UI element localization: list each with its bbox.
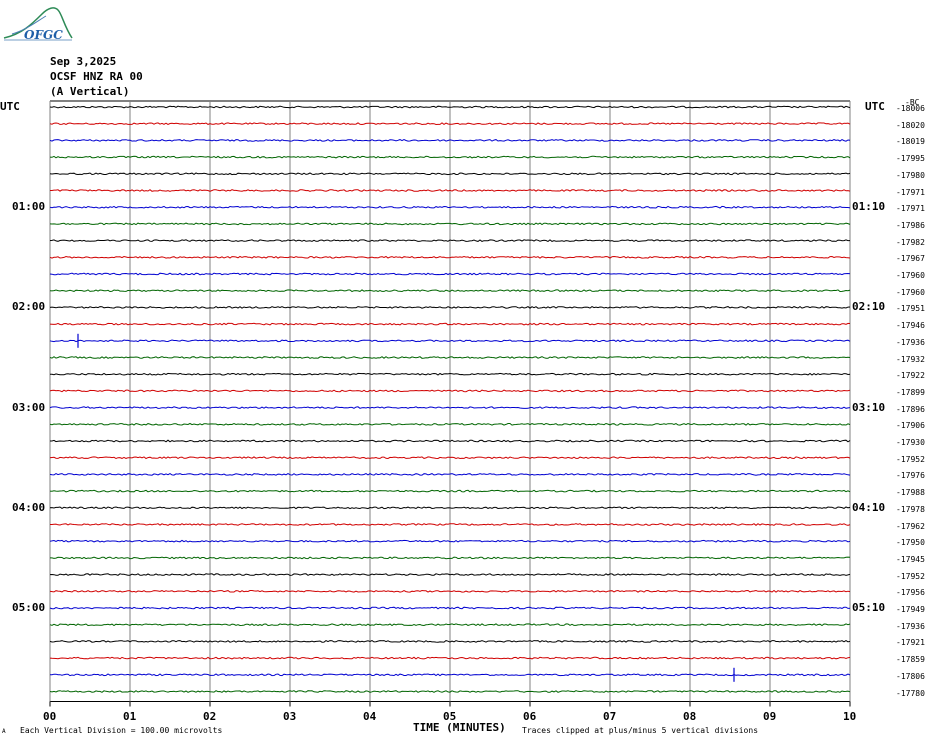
right-time-label-0310: 03:10 xyxy=(852,400,886,414)
left-time-label-0400: 04:00 xyxy=(12,500,46,514)
x-tick-label-06: 06 xyxy=(523,709,537,723)
left-time-label-0500: 05:00 xyxy=(12,601,46,614)
x-tick-label-10: 10 xyxy=(843,709,857,723)
trace-offset-label-21: -17952 xyxy=(896,454,925,464)
trace-offset-label-16: -17922 xyxy=(896,371,925,381)
left-time-label-0300: 03:00 xyxy=(12,400,46,414)
trace-offset-label-15: -17932 xyxy=(896,354,925,364)
trace-offset-label-22: -17976 xyxy=(896,471,925,481)
trace-offset-label-6: -17971 xyxy=(896,204,925,214)
x-tick-label-04: 04 xyxy=(363,709,377,723)
x-tick-label-02: 02 xyxy=(203,709,217,723)
x-tick-label-03: 03 xyxy=(283,709,297,723)
trace-offset-label-33: -17859 xyxy=(896,655,925,665)
x-axis-label: TIME (MINUTES) xyxy=(413,721,506,734)
left-time-label-0100: 01:00 xyxy=(12,200,46,214)
trace-offset-label-35: -17780 xyxy=(896,688,925,698)
trace-offset-label-32: -17921 xyxy=(896,638,925,648)
x-tick-label-07: 07 xyxy=(603,709,617,723)
left-time-label-0200: 02:00 xyxy=(12,300,46,314)
seismogram-plot xyxy=(49,100,851,707)
x-tick-label-00: 00 xyxy=(43,709,57,723)
trace-offset-label-10: -17960 xyxy=(896,271,925,280)
trace-offset-label-20: -17930 xyxy=(896,438,925,447)
footer-left-note: Each Vertical Division = 100.00 microvol… xyxy=(20,726,223,735)
footer-right-note: Traces clipped at plus/minus 5 vertical … xyxy=(522,726,759,735)
trace-offset-label-17: -17899 xyxy=(896,387,925,397)
trace-offset-label-7: -17986 xyxy=(896,220,925,230)
x-tick-label-08: 08 xyxy=(683,709,697,723)
trace-offset-label-2: -18019 xyxy=(896,137,925,147)
trace-offset-label-31: -17936 xyxy=(896,621,925,631)
trace-offset-label-19: -17906 xyxy=(896,421,925,431)
trace-offset-label-11: -17960 xyxy=(896,287,925,297)
trace-offset-label-27: -17945 xyxy=(896,554,925,564)
trace-offset-label-29: -17956 xyxy=(896,588,925,598)
trace-offset-label-34: -17806 xyxy=(896,671,925,681)
x-tick-label-01: 01 xyxy=(123,709,137,723)
trace-offset-label-23: -17988 xyxy=(896,488,925,498)
x-tick-label-05: 05 xyxy=(443,709,457,723)
trace-offset-label-9: -17967 xyxy=(896,254,925,264)
trace-offset-label-14: -17936 xyxy=(896,337,925,347)
trace-offset-label-25: -17962 xyxy=(896,521,925,531)
trace-offset-label-18: -17896 xyxy=(896,404,925,414)
trace-offset-label-0: -18006 xyxy=(896,104,925,113)
trace-offset-label-8: -17982 xyxy=(896,237,925,247)
trace-offset-label-3: -17995 xyxy=(896,154,925,164)
trace-offset-label-26: -17950 xyxy=(896,538,925,548)
trace-offset-label-5: -17971 xyxy=(896,187,925,197)
trace-offset-label-30: -17949 xyxy=(896,605,925,614)
right-time-label-0110: 01:10 xyxy=(852,200,886,214)
trace-offset-label-12: -17951 xyxy=(896,304,925,314)
trace-offset-label-13: -17946 xyxy=(896,321,925,331)
right-time-label-0210: 02:10 xyxy=(852,300,886,314)
right-time-label-0510: 05:10 xyxy=(852,601,886,614)
trace-offset-label-1: -18020 xyxy=(896,120,925,130)
trace-offset-label-4: -17980 xyxy=(896,170,925,180)
right-time-label-0410: 04:10 xyxy=(852,500,886,514)
trace-offset-label-28: -17952 xyxy=(896,571,925,581)
x-tick-label-09: 09 xyxy=(763,709,777,723)
trace-offset-label-24: -17978 xyxy=(896,504,925,514)
footer-corner-mark: A xyxy=(2,728,6,735)
